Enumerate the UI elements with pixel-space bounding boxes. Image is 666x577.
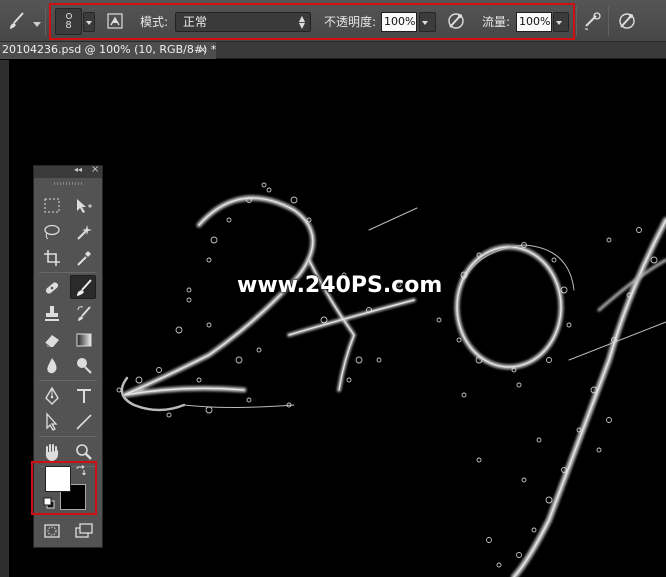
move-icon[interactable] — [71, 194, 97, 218]
divider — [39, 380, 97, 381]
brush-icon[interactable] — [70, 275, 96, 299]
watermark-text: www.240PS.com — [237, 273, 443, 298]
type-icon[interactable] — [71, 384, 97, 408]
pen-icon[interactable] — [39, 384, 65, 408]
document-tab-bar: 20104236.psd @ 100% (10, RGB/8#) * × — [0, 42, 666, 59]
close-document-icon[interactable]: × — [198, 42, 207, 58]
document-title: 20104236.psd @ 100% (10, RGB/8#) * — [2, 43, 217, 56]
foreground-color-swatch[interactable] — [45, 466, 71, 492]
close-panel-icon[interactable]: × — [91, 164, 99, 175]
collapse-panel-icon[interactable]: ◂◂ — [74, 165, 82, 174]
document-tab[interactable]: 20104236.psd @ 100% (10, RGB/8#) * × — [0, 42, 216, 59]
options-bar: 8 模式: 正常 ▲ ▼ 不透明度: 100% 流量: 100% — [0, 0, 666, 42]
eraser-icon[interactable] — [39, 328, 65, 352]
tool-preset-dropdown-icon[interactable] — [33, 17, 41, 31]
water-splash-artwork — [116, 182, 666, 577]
document-canvas[interactable]: www.240PS.com — [9, 60, 666, 577]
dodge-icon[interactable] — [71, 354, 97, 378]
blur-icon[interactable] — [39, 354, 65, 378]
divider — [608, 6, 609, 36]
history-brush-icon[interactable] — [71, 302, 97, 326]
path-selection-icon[interactable] — [39, 410, 65, 434]
panel-grip[interactable] — [54, 182, 82, 185]
magic-wand-icon[interactable] — [71, 220, 97, 244]
line-icon[interactable] — [71, 410, 97, 434]
gradient-icon[interactable] — [71, 328, 97, 352]
divider — [45, 6, 46, 36]
rectangular-marquee-icon[interactable] — [39, 194, 65, 218]
brush-tool-preset-icon[interactable] — [6, 10, 28, 32]
divider — [39, 436, 97, 437]
lasso-icon[interactable] — [39, 220, 65, 244]
eyedropper-icon[interactable] — [71, 246, 97, 270]
divider — [576, 6, 577, 36]
quick-mask-icon[interactable] — [39, 519, 65, 543]
tablet-pressure-size-icon[interactable] — [616, 10, 638, 32]
tools-panel-header[interactable]: ◂◂ × — [34, 164, 102, 178]
screen-mode-icon[interactable] — [71, 519, 97, 543]
airbrush-icon[interactable] — [582, 10, 604, 32]
crop-icon[interactable] — [39, 246, 65, 270]
healing-brush-icon[interactable] — [39, 276, 65, 300]
canvas-gutter — [0, 60, 9, 577]
divider — [39, 272, 97, 273]
clone-stamp-icon[interactable] — [39, 302, 65, 326]
options-highlight-box — [49, 3, 575, 40]
